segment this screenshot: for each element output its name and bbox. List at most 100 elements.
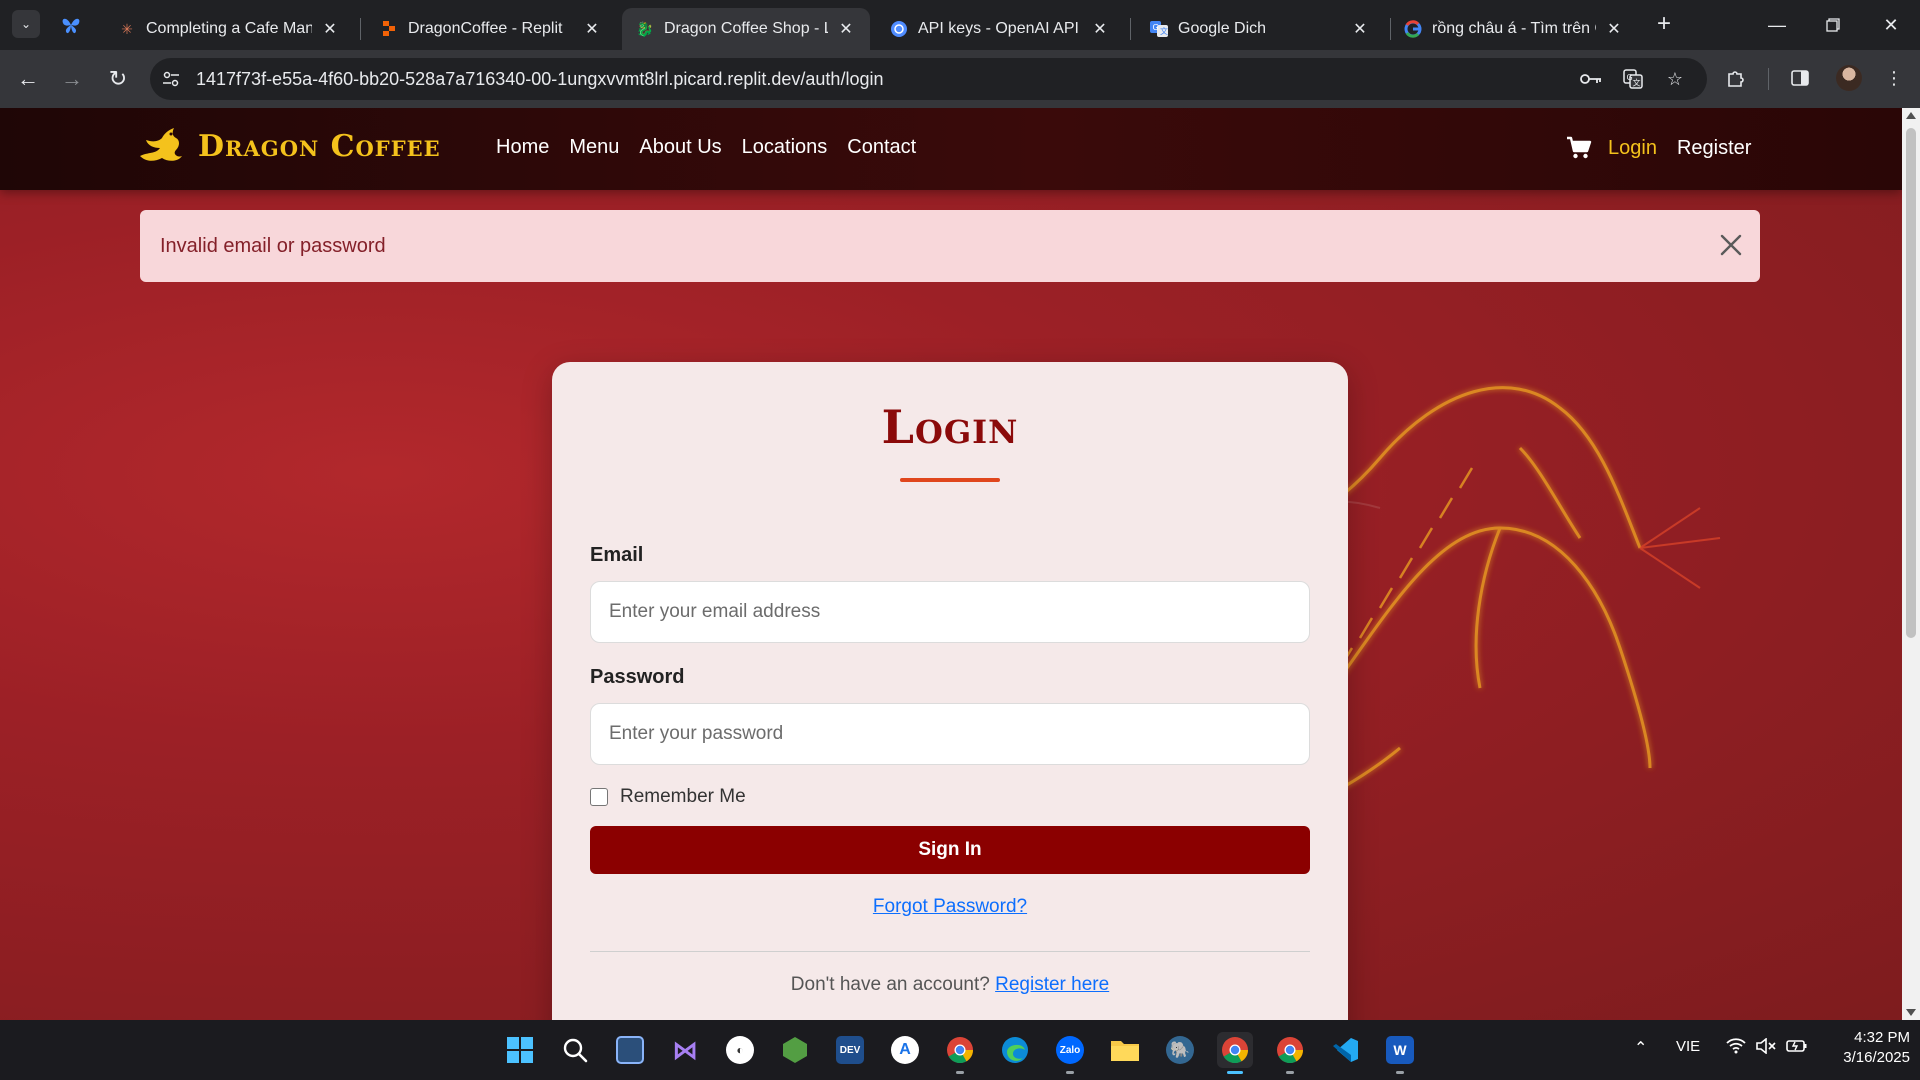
page-scrollbar[interactable] bbox=[1902, 108, 1920, 1020]
scroll-up-arrow-icon[interactable] bbox=[1906, 112, 1916, 119]
title-underline bbox=[900, 478, 1000, 482]
tab-title: Google Dich bbox=[1178, 20, 1267, 37]
tab-cafe-management[interactable]: ✳ Completing a Cafe Manag ✕ bbox=[104, 8, 354, 50]
windows-start-icon[interactable] bbox=[502, 1032, 538, 1068]
pinned-tab-butterfly-icon[interactable] bbox=[60, 14, 82, 36]
vscode-icon[interactable] bbox=[1327, 1032, 1363, 1068]
password-field[interactable] bbox=[590, 703, 1310, 765]
extensions-puzzle-icon[interactable] bbox=[1722, 64, 1750, 92]
browser-toolbar: ← → ↻ 1417f73f-e55a-4f60-bb20-528a7a7163… bbox=[0, 50, 1920, 108]
email-field[interactable] bbox=[590, 581, 1310, 643]
remember-me-label[interactable]: Remember Me bbox=[620, 786, 746, 808]
more-menu-icon[interactable]: ⋮ bbox=[1880, 64, 1908, 92]
back-arrow-icon[interactable]: ← bbox=[14, 65, 42, 93]
google-translate-icon: G文 bbox=[1150, 20, 1168, 38]
tab-search-button[interactable]: ⌄ bbox=[12, 10, 40, 38]
github-desktop-icon[interactable]: ◐ bbox=[722, 1032, 758, 1068]
edge-icon[interactable] bbox=[997, 1032, 1033, 1068]
forward-arrow-icon[interactable]: → bbox=[58, 65, 86, 93]
system-clock[interactable]: 4:32 PM 3/16/2025 bbox=[1820, 1028, 1910, 1068]
forgot-password-link[interactable]: Forgot Password? bbox=[552, 896, 1348, 918]
chrome-profile-icon[interactable] bbox=[1272, 1032, 1308, 1074]
tab-close-icon[interactable]: ✕ bbox=[836, 19, 856, 39]
tab-close-icon[interactable]: ✕ bbox=[582, 19, 602, 39]
file-explorer-icon[interactable] bbox=[1107, 1032, 1143, 1068]
clock-time: 4:32 PM bbox=[1854, 1029, 1910, 1046]
windows-taskbar: ⋈ ◐ DEV A Zalo 🐘 W ⌃ VIE 4:32 PM 3/16/20… bbox=[0, 1020, 1920, 1080]
tab-separator bbox=[1130, 18, 1131, 40]
tab-google-translate[interactable]: G文 Google Dich ✕ bbox=[1136, 8, 1384, 50]
close-window-icon[interactable]: ✕ bbox=[1876, 10, 1906, 40]
svg-text:G: G bbox=[1153, 23, 1159, 32]
nav-contact[interactable]: Contact bbox=[847, 136, 916, 159]
zalo-icon[interactable]: Zalo bbox=[1052, 1032, 1088, 1074]
tab-openai-api-keys[interactable]: API keys - OpenAI API ✕ bbox=[876, 8, 1124, 50]
shopping-cart-icon[interactable] bbox=[1566, 136, 1592, 160]
minimize-icon[interactable]: — bbox=[1762, 10, 1792, 40]
url-text: 1417f73f-e55a-4f60-bb20-528a7a716340-00-… bbox=[196, 68, 884, 89]
brand-logo-link[interactable]: Dragon Coffee bbox=[138, 126, 441, 166]
dragon-favicon-icon: 🐉 bbox=[636, 20, 654, 37]
nav-home[interactable]: Home bbox=[496, 136, 549, 159]
tab-close-icon[interactable]: ✕ bbox=[1350, 19, 1370, 39]
chrome-active-icon[interactable] bbox=[1217, 1032, 1253, 1074]
remember-me-row: Remember Me bbox=[590, 786, 746, 808]
replit-icon bbox=[380, 20, 398, 38]
toolbar-separator bbox=[1768, 68, 1769, 90]
tab-replit[interactable]: DragonCoffee - Replit ✕ bbox=[366, 8, 616, 50]
tab-separator bbox=[360, 18, 361, 40]
page-viewport: Dragon Coffee Home Menu About Us Locatio… bbox=[0, 108, 1902, 1020]
volume-muted-icon[interactable] bbox=[1756, 1037, 1776, 1059]
input-language-indicator[interactable]: VIE bbox=[1676, 1038, 1700, 1055]
side-panel-icon[interactable] bbox=[1786, 64, 1814, 92]
sign-in-button[interactable]: Sign In bbox=[590, 826, 1310, 874]
profile-avatar[interactable] bbox=[1836, 65, 1862, 91]
search-icon[interactable] bbox=[557, 1032, 593, 1068]
site-header: Dragon Coffee Home Menu About Us Locatio… bbox=[0, 108, 1902, 190]
bookmark-star-icon[interactable]: ☆ bbox=[1664, 68, 1686, 90]
remember-me-checkbox[interactable] bbox=[590, 788, 608, 806]
tab-google-search[interactable]: rồng châu á - Tìm trên Go ✕ bbox=[1390, 8, 1638, 50]
nav-locations[interactable]: Locations bbox=[742, 136, 828, 159]
tab-close-icon[interactable]: ✕ bbox=[320, 19, 340, 39]
register-prompt: Don't have an account? Register here bbox=[552, 974, 1348, 996]
nodejs-icon[interactable] bbox=[777, 1032, 813, 1068]
scroll-down-arrow-icon[interactable] bbox=[1906, 1009, 1916, 1016]
running-indicator bbox=[1286, 1071, 1294, 1074]
new-tab-plus-icon[interactable]: + bbox=[1652, 10, 1676, 37]
wifi-icon[interactable] bbox=[1726, 1038, 1746, 1059]
nav-about-us[interactable]: About Us bbox=[639, 136, 721, 159]
address-bar[interactable]: 1417f73f-e55a-4f60-bb20-528a7a716340-00-… bbox=[150, 58, 1707, 100]
visual-studio-icon[interactable]: ⋈ bbox=[667, 1032, 703, 1068]
translate-icon[interactable]: G文 bbox=[1622, 68, 1644, 90]
show-hidden-icons-chevron-icon[interactable]: ⌃ bbox=[1634, 1038, 1647, 1058]
tab-dragon-coffee-login[interactable]: 🐉 Dragon Coffee Shop - Lo ✕ bbox=[622, 8, 870, 50]
dragon-logo-icon bbox=[140, 128, 182, 161]
site-settings-icon[interactable] bbox=[160, 68, 182, 90]
nav-register[interactable]: Register bbox=[1677, 137, 1751, 160]
tab-title: rồng châu á - Tìm trên Go bbox=[1432, 20, 1596, 37]
nav-login[interactable]: Login bbox=[1608, 137, 1657, 160]
tab-close-icon[interactable]: ✕ bbox=[1604, 19, 1624, 39]
register-here-link[interactable]: Register here bbox=[995, 974, 1109, 995]
scrollbar-thumb[interactable] bbox=[1906, 128, 1916, 638]
login-card: Login Email Password Remember Me Sign In… bbox=[552, 362, 1348, 1020]
password-key-icon[interactable] bbox=[1580, 68, 1602, 90]
running-indicator bbox=[956, 1071, 964, 1074]
restore-icon[interactable] bbox=[1818, 10, 1848, 40]
running-indicator bbox=[1227, 1071, 1243, 1074]
chrome-icon[interactable] bbox=[942, 1032, 978, 1074]
tab-close-icon[interactable]: ✕ bbox=[1090, 19, 1110, 39]
word-icon[interactable]: W bbox=[1382, 1032, 1418, 1074]
alert-message: Invalid email or password bbox=[160, 234, 386, 257]
main-nav: Home Menu About Us Locations Contact bbox=[496, 136, 916, 159]
nav-menu[interactable]: Menu bbox=[569, 136, 619, 159]
svg-text:文: 文 bbox=[1633, 78, 1641, 88]
close-icon[interactable] bbox=[1718, 232, 1744, 258]
app-installer-icon[interactable]: A bbox=[887, 1032, 923, 1068]
postgresql-icon[interactable]: 🐘 bbox=[1162, 1032, 1198, 1068]
reload-icon[interactable]: ↻ bbox=[104, 65, 132, 93]
battery-charging-icon[interactable] bbox=[1786, 1038, 1808, 1059]
dev-tools-icon[interactable]: DEV bbox=[832, 1032, 868, 1068]
task-view-icon[interactable] bbox=[612, 1032, 648, 1068]
